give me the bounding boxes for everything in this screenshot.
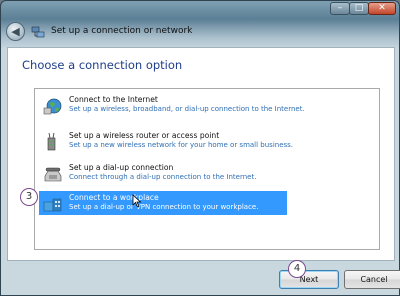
- wizard-footer: Next Cancel: [1, 259, 400, 296]
- option-description: Set up a new wireless network for your h…: [69, 141, 294, 149]
- title-bar[interactable]: – □ ✕: [1, 1, 399, 19]
- step-marker-4: 4: [288, 260, 306, 278]
- option-description: Connect through a dial-up connection to …: [69, 173, 257, 181]
- page-title: Choose a connection option: [22, 58, 183, 72]
- wizard-window: – □ ✕ ◀ Set up a connection or network C…: [0, 0, 400, 296]
- close-button[interactable]: ✕: [368, 2, 396, 15]
- option-title: Set up a dial-up connection: [69, 163, 174, 172]
- router-icon: [47, 132, 56, 151]
- globe-icon: [43, 98, 62, 115]
- mouse-cursor-icon: [132, 194, 142, 208]
- back-button[interactable]: ◀: [6, 22, 25, 41]
- option-title: Connect to a workplace: [69, 193, 159, 202]
- workplace-icon: [43, 198, 62, 212]
- option-description: Set up a dial-up or VPN connection to yo…: [69, 203, 259, 211]
- phone-icon: [44, 167, 62, 182]
- option-title: Connect to the Internet: [69, 95, 158, 104]
- window-title: Set up a connection or network: [51, 26, 193, 36]
- step-marker-3: 3: [20, 188, 38, 206]
- minimize-button[interactable]: –: [330, 2, 350, 15]
- option-dialup[interactable]: Set up a dial-up connection Connect thro…: [39, 161, 287, 187]
- maximize-button[interactable]: □: [349, 2, 369, 15]
- option-description: Set up a wireless, broadband, or dial-up…: [69, 105, 305, 113]
- network-setup-icon: [31, 26, 45, 38]
- option-title: Set up a wireless router or access point: [69, 131, 220, 140]
- cancel-button[interactable]: Cancel: [344, 270, 400, 289]
- option-connect-internet[interactable]: Connect to the Internet Set up a wireles…: [39, 93, 305, 119]
- option-wireless-router[interactable]: Set up a wireless router or access point…: [39, 129, 293, 155]
- option-connect-workplace[interactable]: Connect to a workplace Set up a dial-up …: [39, 191, 287, 215]
- connection-options-list: Connect to the Internet Set up a wireles…: [34, 88, 380, 250]
- wizard-header: ◀ Set up a connection or network: [1, 19, 399, 45]
- content-pane: Choose a connection option Connect to th…: [7, 47, 395, 261]
